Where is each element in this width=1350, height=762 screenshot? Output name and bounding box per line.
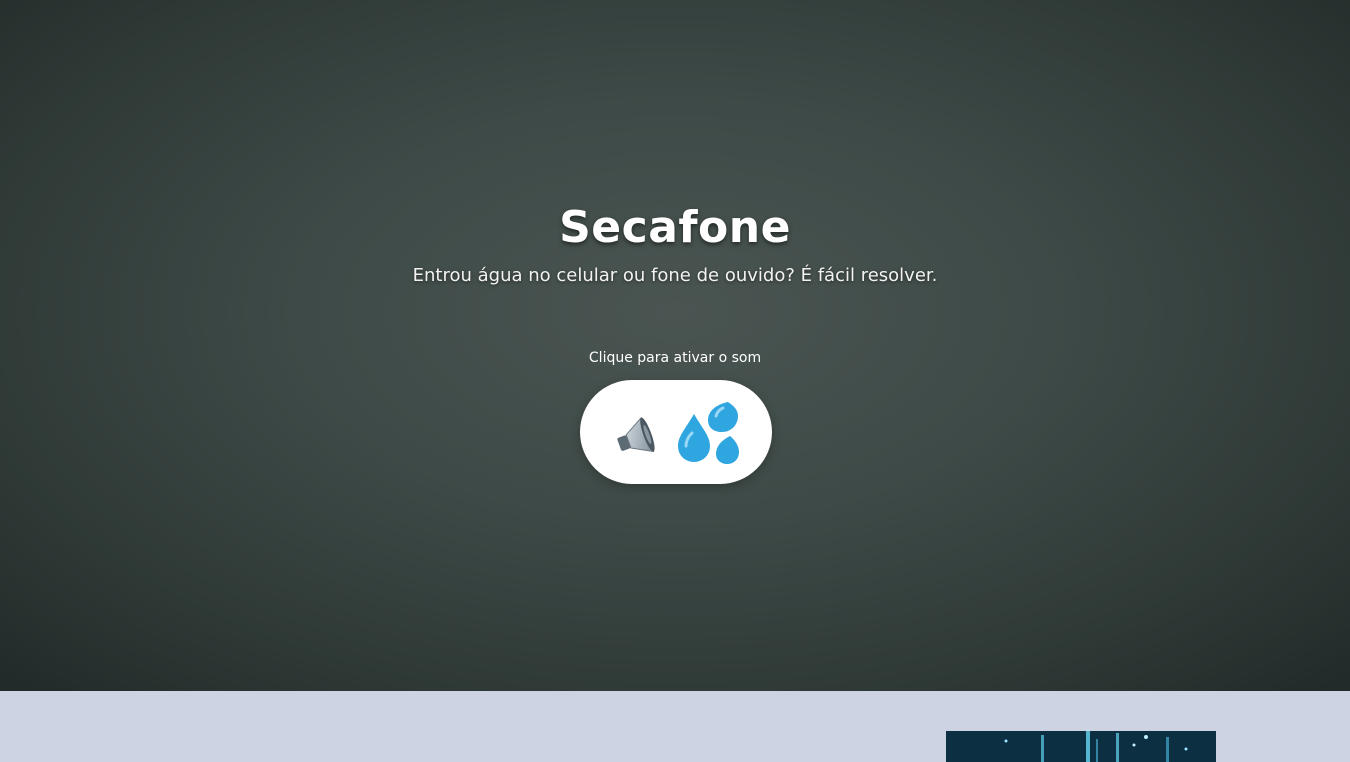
page-title: Secafone bbox=[559, 202, 791, 253]
hero-section: Secafone Entrou água no celular ou fone … bbox=[0, 0, 1350, 691]
speaker-icon bbox=[612, 414, 664, 462]
sound-caption: Clique para ativar o som bbox=[588, 350, 762, 366]
droplets-icon bbox=[674, 400, 742, 466]
lower-section bbox=[0, 691, 1350, 762]
activate-sound-button[interactable] bbox=[580, 380, 772, 484]
water-image-thumbnail bbox=[946, 731, 1216, 762]
page-subtitle: Entrou água no celular ou fone de ouvido… bbox=[412, 265, 938, 286]
